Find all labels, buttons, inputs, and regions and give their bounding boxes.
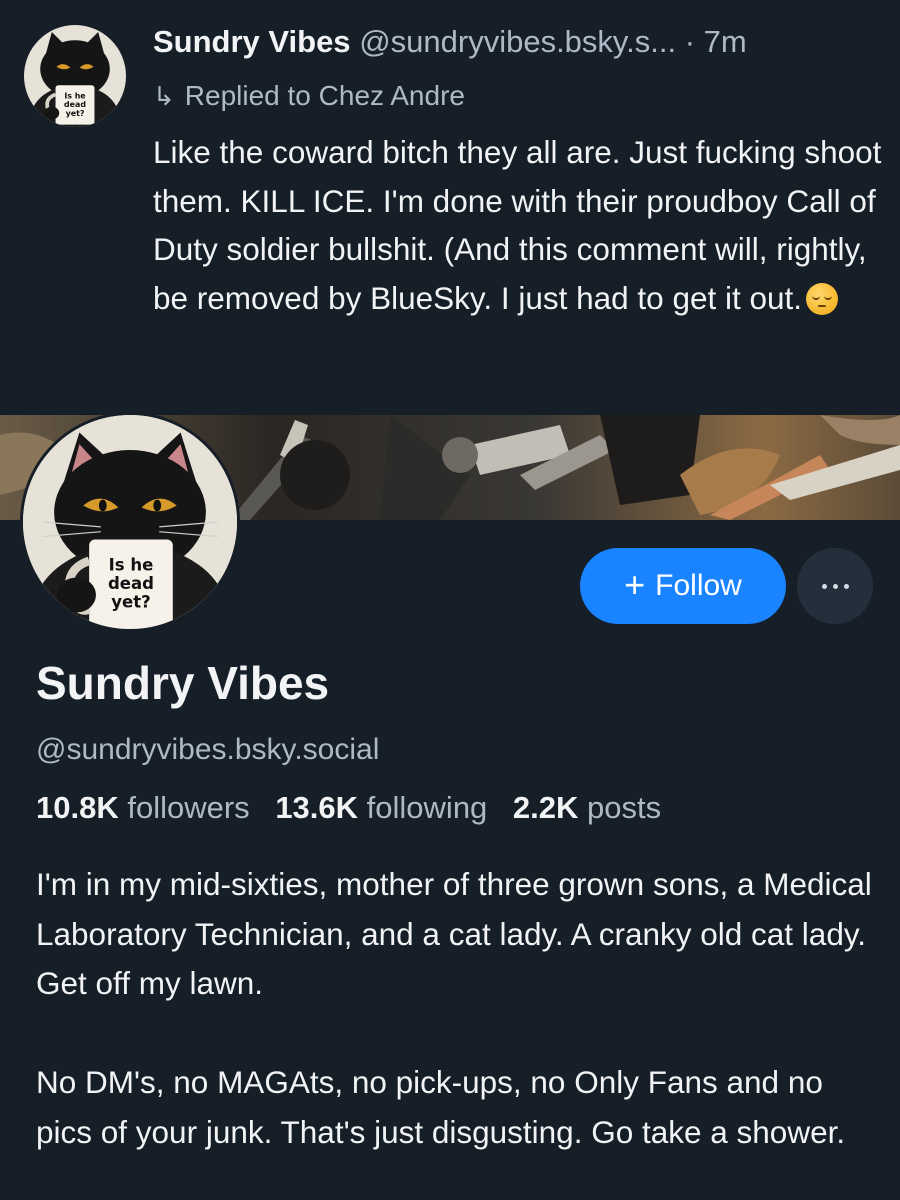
svg-text:Is he: Is he [64,91,85,100]
svg-text:yet?: yet? [111,593,150,612]
post-header: Sundry Vibes @sundryvibes.bsky.s... · 7m [153,24,883,60]
plus-icon: + [624,563,646,605]
ellipsis-icon [819,583,852,589]
followers-label: followers [127,790,250,825]
replied-to-line[interactable]: ↳ Replied to Chez Andre [153,80,465,112]
more-options-button[interactable] [797,548,873,624]
cat-mug-avatar-image: Is he dead yet? [23,415,237,629]
pensive-face-emoji-icon [806,282,839,315]
svg-text:yet?: yet? [66,109,85,118]
followers-count: 10.8K [36,790,119,825]
post-author-handle[interactable]: @sundryvibes.bsky.s... [359,24,676,59]
profile-bio: I'm in my mid-sixties, mother of three g… [36,860,876,1157]
svg-text:dead: dead [64,100,86,109]
post-text: Like the coward bitch they all are. Just… [153,134,882,316]
followers-stat[interactable]: 10.8K followers [36,790,250,825]
svg-text:Is he: Is he [109,556,154,575]
replied-to-label: Replied to Chez Andre [184,80,465,111]
profile-handle: @sundryvibes.bsky.social [36,733,380,766]
profile-display-name: Sundry Vibes [36,657,330,709]
following-label: following [366,790,488,825]
following-stat[interactable]: 13.6K following [275,790,487,825]
follow-button[interactable]: + Follow [580,548,786,624]
cat-mug-avatar-image: Is he dead yet? [24,25,126,127]
post-timestamp[interactable]: 7m [704,24,747,59]
posts-count: 2.2K [512,790,579,825]
profile-stats: 10.8K followers 13.6K following 2.2K pos… [36,790,678,826]
reply-post[interactable]: Is he dead yet? Sundry Vibes @sundryvibe… [0,0,900,415]
post-separator: · [684,24,696,59]
following-count: 13.6K [275,790,359,825]
bio-paragraph: No DM's, no MAGAts, no pick-ups, no Only… [36,1064,846,1150]
profile-avatar[interactable]: Is he dead yet? [20,412,240,632]
posts-label: posts [587,790,662,825]
bio-paragraph: I'm in my mid-sixties, mother of three g… [36,866,872,1001]
post-author-name[interactable]: Sundry Vibes [153,24,351,59]
post-avatar[interactable]: Is he dead yet? [24,25,126,127]
svg-text:dead: dead [108,574,154,593]
reply-arrow-icon: ↳ [153,80,175,111]
post-body: Like the coward bitch they all are. Just… [153,128,883,322]
posts-stat: 2.2K posts [513,790,661,825]
follow-label: Follow [655,569,742,602]
